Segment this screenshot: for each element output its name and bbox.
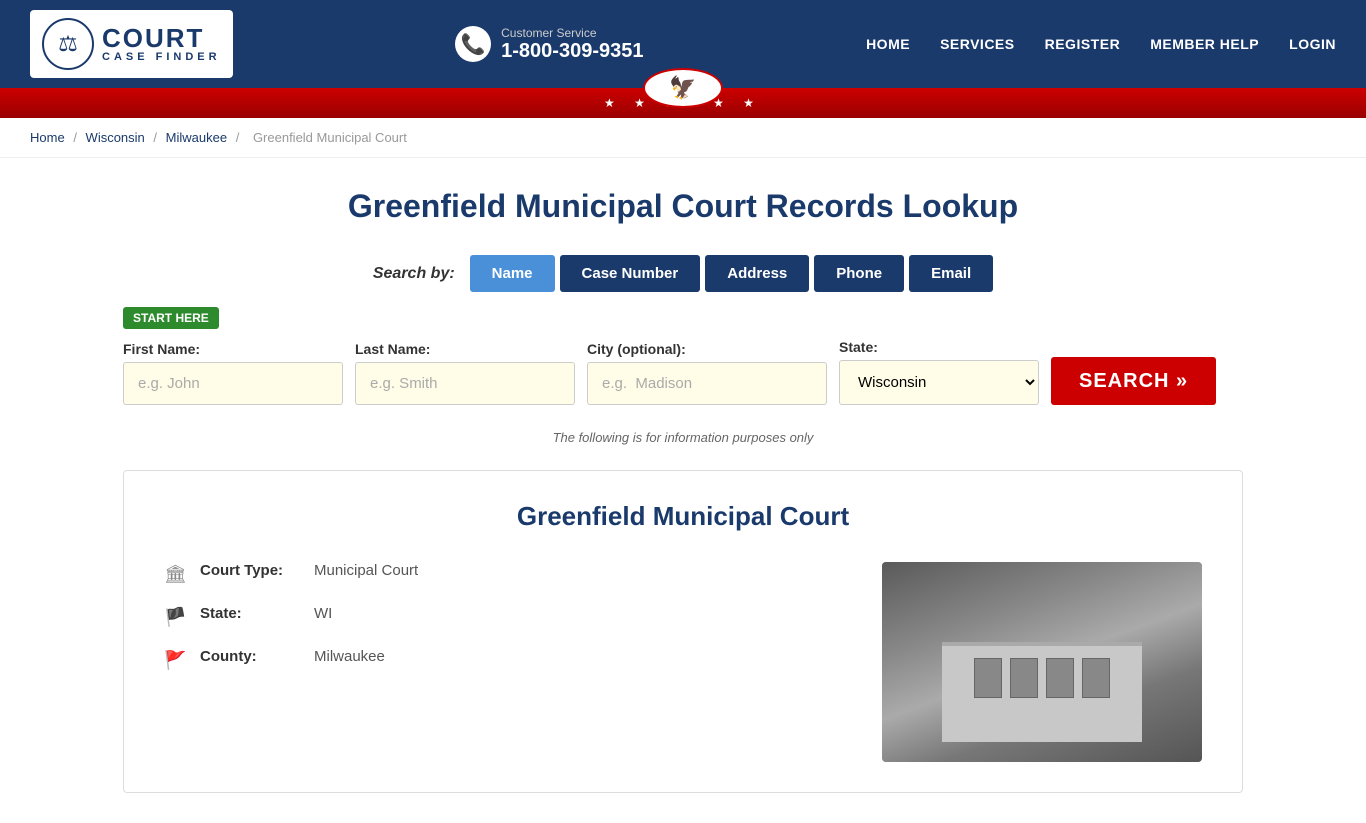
disclaimer-text: The following is for information purpose… <box>123 430 1243 445</box>
breadcrumb-sep-2: / <box>153 130 160 145</box>
court-info-section: Greenfield Municipal Court 🏛 Court Type:… <box>123 470 1243 793</box>
court-info-body: 🏛 Court Type: Municipal Court 🏴 State: W… <box>164 562 1202 762</box>
main-content: Greenfield Municipal Court Records Looku… <box>83 158 1283 823</box>
breadcrumb: Home / Wisconsin / Milwaukee / Greenfiel… <box>0 118 1366 158</box>
tab-name[interactable]: Name <box>470 255 555 292</box>
logo-area: ⚖ COURT CASE FINDER <box>30 10 233 78</box>
tab-phone[interactable]: Phone <box>814 255 904 292</box>
nav-login[interactable]: LOGIN <box>1289 36 1336 52</box>
first-name-label: First Name: <box>123 341 343 357</box>
breadcrumb-current: Greenfield Municipal Court <box>253 130 407 145</box>
building-shape <box>942 642 1142 742</box>
search-form-row: First Name: Last Name: City (optional): … <box>123 339 1243 405</box>
city-input[interactable] <box>587 362 827 405</box>
detail-row-county: 🚩 County: Milwaukee <box>164 648 842 671</box>
window-1 <box>974 658 1002 698</box>
nav-home[interactable]: HOME <box>866 36 910 52</box>
red-banner: ★ ★ ★ 🦅 ★ ★ ★ <box>0 88 1366 118</box>
state-detail-label: State: <box>200 605 300 622</box>
search-section: Search by: Name Case Number Address Phon… <box>123 255 1243 445</box>
nav-member-help[interactable]: MEMBER HELP <box>1150 36 1259 52</box>
logo-emblem: ⚖ <box>42 18 94 70</box>
customer-service-area: 📞 Customer Service 1-800-309-9351 <box>455 26 643 63</box>
logo-court-label: COURT <box>102 25 221 51</box>
last-name-label: Last Name: <box>355 341 575 357</box>
logo-case-finder-label: CASE FINDER <box>102 51 221 63</box>
city-label: City (optional): <box>587 341 827 357</box>
cs-text: Customer Service 1-800-309-9351 <box>501 26 643 63</box>
county-value: Milwaukee <box>314 648 385 665</box>
state-label: State: <box>839 339 1039 355</box>
window-3 <box>1046 658 1074 698</box>
last-name-input[interactable] <box>355 362 575 405</box>
start-here-badge: START HERE <box>123 307 219 329</box>
city-group: City (optional): <box>587 341 827 405</box>
detail-row-court-type: 🏛 Court Type: Municipal Court <box>164 562 842 585</box>
breadcrumb-home[interactable]: Home <box>30 130 65 145</box>
search-by-label: Search by: <box>373 265 455 283</box>
first-name-group: First Name: <box>123 341 343 405</box>
state-group: State: Wisconsin AlabamaAlaskaArizona Ar… <box>839 339 1039 405</box>
breadcrumb-sep-3: / <box>236 130 243 145</box>
breadcrumb-milwaukee[interactable]: Milwaukee <box>166 130 227 145</box>
last-name-group: Last Name: <box>355 341 575 405</box>
tab-address[interactable]: Address <box>705 255 809 292</box>
nav-services[interactable]: SERVICES <box>940 36 1015 52</box>
form-area: START HERE First Name: Last Name: City (… <box>123 307 1243 420</box>
logo-text: COURT CASE FINDER <box>102 25 221 63</box>
building-windows <box>942 646 1142 698</box>
cs-phone: 1-800-309-9351 <box>501 40 643 63</box>
court-image-bg <box>882 562 1202 762</box>
window-4 <box>1082 658 1110 698</box>
court-building-image <box>882 562 1202 762</box>
nav-register[interactable]: REGISTER <box>1045 36 1121 52</box>
county-label: County: <box>200 648 300 665</box>
tab-case-number[interactable]: Case Number <box>560 255 701 292</box>
main-nav: HOME SERVICES REGISTER MEMBER HELP LOGIN <box>866 36 1336 52</box>
court-details: 🏛 Court Type: Municipal Court 🏴 State: W… <box>164 562 842 762</box>
court-type-value: Municipal Court <box>314 562 418 579</box>
tab-email[interactable]: Email <box>909 255 993 292</box>
page-title: Greenfield Municipal Court Records Looku… <box>123 188 1243 225</box>
pennant-icon: 🚩 <box>164 648 186 671</box>
building-main <box>942 642 1142 742</box>
courthouse-icon: 🏛 <box>164 562 186 585</box>
cs-label: Customer Service <box>501 26 643 40</box>
first-name-input[interactable] <box>123 362 343 405</box>
state-select[interactable]: Wisconsin AlabamaAlaskaArizona ArkansasC… <box>839 360 1039 405</box>
state-detail-value: WI <box>314 605 332 622</box>
court-info-title: Greenfield Municipal Court <box>164 501 1202 532</box>
logo-box: ⚖ COURT CASE FINDER <box>30 10 233 78</box>
court-type-label: Court Type: <box>200 562 300 579</box>
breadcrumb-sep-1: / <box>73 130 80 145</box>
detail-row-state: 🏴 State: WI <box>164 605 842 628</box>
eagle-emblem: 🦅 <box>643 68 723 108</box>
search-button[interactable]: SEARCH » <box>1051 357 1216 405</box>
phone-icon: 📞 <box>455 26 491 62</box>
flag-icon: 🏴 <box>164 605 186 628</box>
window-2 <box>1010 658 1038 698</box>
breadcrumb-wisconsin[interactable]: Wisconsin <box>86 130 145 145</box>
search-tabs-row: Search by: Name Case Number Address Phon… <box>123 255 1243 292</box>
